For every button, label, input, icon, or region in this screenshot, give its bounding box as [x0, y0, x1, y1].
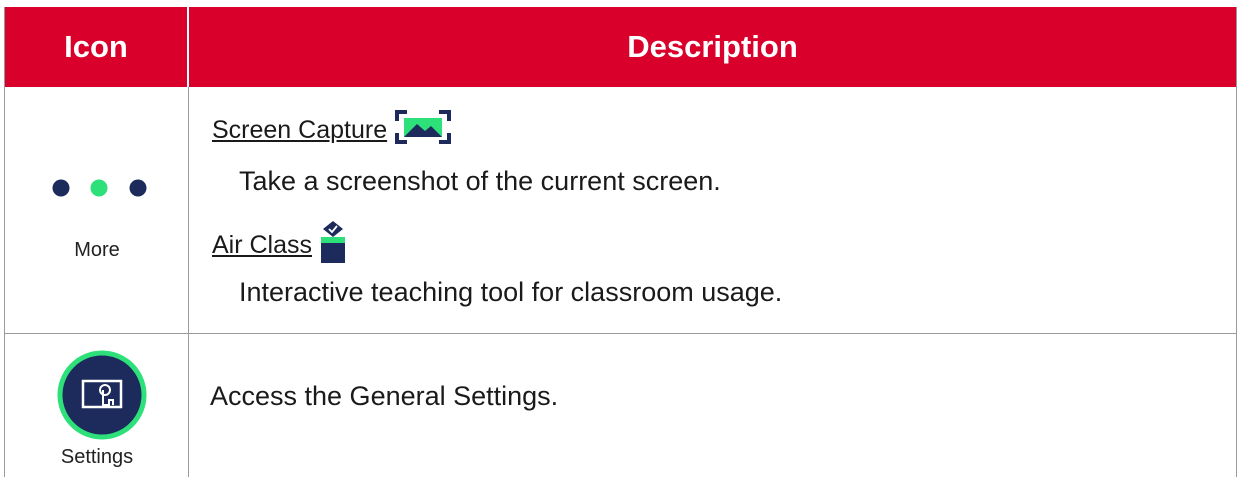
air-class-description: Interactive teaching tool for classroom …: [239, 277, 783, 307]
header-icon-cell: Icon: [5, 7, 189, 87]
table-row: More Screen Capture Take a screenshot of…: [5, 87, 1236, 334]
header-description-label: Description: [627, 29, 798, 64]
screen-capture-description: Take a screenshot of the current screen.: [239, 166, 721, 196]
more-dots-icon: [52, 179, 147, 197]
air-class-entry: Air Class: [212, 220, 346, 271]
air-class-link[interactable]: Air Class: [212, 231, 312, 260]
settings-description: Access the General Settings.: [210, 381, 559, 411]
settings-label: Settings: [60, 446, 134, 468]
feature-table: Icon Description More Screen Capture Tak…: [4, 7, 1237, 477]
screen-capture-link[interactable]: Screen Capture: [212, 116, 387, 145]
icon-cell: Settings: [5, 334, 189, 477]
icon-cell: More: [5, 87, 189, 333]
more-label: More: [74, 239, 120, 261]
air-class-icon: [320, 220, 346, 271]
screen-capture-icon: [395, 109, 452, 152]
settings-icon: [57, 350, 147, 440]
screen-capture-entry: Screen Capture: [212, 109, 452, 152]
header-icon-label: Icon: [64, 29, 128, 64]
header-description-cell: Description: [189, 7, 1236, 87]
table-header: Icon Description: [5, 7, 1236, 87]
table-row: Settings Access the General Settings.: [5, 334, 1236, 477]
